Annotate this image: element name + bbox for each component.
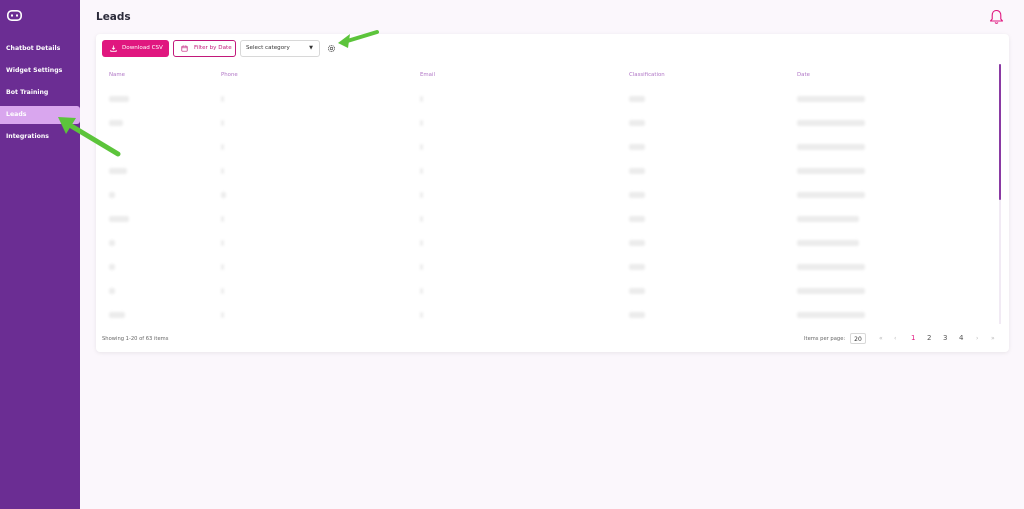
redacted-cell <box>797 240 859 246</box>
page-2-button[interactable]: 2 <box>927 334 931 342</box>
page-4-button[interactable]: 4 <box>959 334 963 342</box>
column-header-classification: Classification <box>629 72 665 78</box>
page-1-button[interactable]: 1 <box>911 334 915 342</box>
redacted-cell <box>797 96 865 102</box>
category-select[interactable]: Select category ▼ <box>240 40 320 57</box>
redacted-cell <box>797 312 865 318</box>
redacted-cell <box>109 96 129 102</box>
redacted-cell <box>420 216 423 222</box>
redacted-cell <box>629 216 645 222</box>
redacted-cell <box>420 288 423 294</box>
first-page-button[interactable]: « <box>879 335 883 342</box>
redacted-cell <box>221 264 224 270</box>
redacted-cell <box>420 312 423 318</box>
redacted-cell <box>221 96 224 102</box>
redacted-cell <box>221 144 224 150</box>
sidebar-item-widget-settings[interactable]: Widget Settings <box>0 62 80 80</box>
redacted-cell <box>420 264 423 270</box>
download-icon <box>110 45 117 52</box>
redacted-cell <box>629 264 645 270</box>
redacted-cell <box>109 288 115 294</box>
redacted-cell <box>221 168 224 174</box>
page-3-button[interactable]: 3 <box>943 334 947 342</box>
category-select-value: Select category <box>246 45 290 51</box>
redacted-cell <box>629 144 645 150</box>
redacted-cell <box>109 264 115 270</box>
redacted-cell <box>629 96 645 102</box>
next-page-button[interactable]: › <box>976 335 978 342</box>
redacted-cell <box>109 240 115 246</box>
redacted-cell <box>629 288 645 294</box>
filter-by-date-button[interactable]: Filter by Date <box>173 40 236 57</box>
redacted-cell <box>420 144 423 150</box>
download-csv-button[interactable]: Download CSV <box>102 40 169 57</box>
leads-card: Download CSV Filter by Date Select categ… <box>96 34 1009 352</box>
redacted-cell <box>797 120 865 126</box>
redacted-cell <box>797 168 865 174</box>
redacted-cell <box>420 240 423 246</box>
sidebar-item-bot-training[interactable]: Bot Training <box>0 84 80 102</box>
showing-count: Showing 1-20 of 63 items <box>102 336 169 342</box>
redacted-cell <box>221 216 224 222</box>
last-page-button[interactable]: » <box>991 335 995 342</box>
redacted-cell <box>221 288 224 294</box>
redacted-cell <box>629 312 645 318</box>
redacted-cell <box>221 312 224 318</box>
redacted-cell <box>420 192 423 198</box>
redacted-cell <box>221 240 224 246</box>
scrollbar-thumb[interactable] <box>999 64 1001 200</box>
sidebar: Chatbot Details Widget Settings Bot Trai… <box>0 0 80 509</box>
redacted-cell <box>629 192 645 198</box>
redacted-cell <box>797 288 865 294</box>
redacted-cell <box>109 192 115 198</box>
redacted-cell <box>221 192 226 198</box>
redacted-cell <box>109 216 129 222</box>
redacted-cell <box>221 120 224 126</box>
column-header-name: Name <box>109 72 125 78</box>
sidebar-item-chatbot-details[interactable]: Chatbot Details <box>0 40 80 58</box>
arrow-annotation-leads <box>58 117 121 157</box>
redacted-cell <box>109 312 125 318</box>
arrow-annotation-gear <box>338 30 379 48</box>
logo-icon[interactable] <box>7 10 22 21</box>
column-header-phone: Phone <box>221 72 238 78</box>
redacted-cell <box>420 96 423 102</box>
redacted-cell <box>797 144 865 150</box>
bell-icon[interactable] <box>989 9 1004 25</box>
redacted-cell <box>420 168 423 174</box>
column-header-email: Email <box>420 72 435 78</box>
items-per-page-label: Items per page: <box>804 336 846 342</box>
prev-page-button[interactable]: ‹ <box>894 335 896 342</box>
redacted-cell <box>797 192 865 198</box>
caret-down-icon: ▼ <box>309 45 313 51</box>
page-title: Leads <box>96 11 131 23</box>
redacted-cell <box>797 264 865 270</box>
redacted-cell <box>109 168 127 174</box>
redacted-cell <box>629 168 645 174</box>
redacted-cell <box>420 120 423 126</box>
redacted-cell <box>629 120 645 126</box>
items-per-page-select[interactable]: 20 <box>850 333 866 344</box>
redacted-cell <box>797 216 859 222</box>
redacted-cell <box>629 240 645 246</box>
filter-by-date-label: Filter by Date <box>194 45 232 51</box>
column-header-date: Date <box>797 72 810 78</box>
download-csv-label: Download CSV <box>122 45 163 51</box>
calendar-icon <box>181 45 188 52</box>
